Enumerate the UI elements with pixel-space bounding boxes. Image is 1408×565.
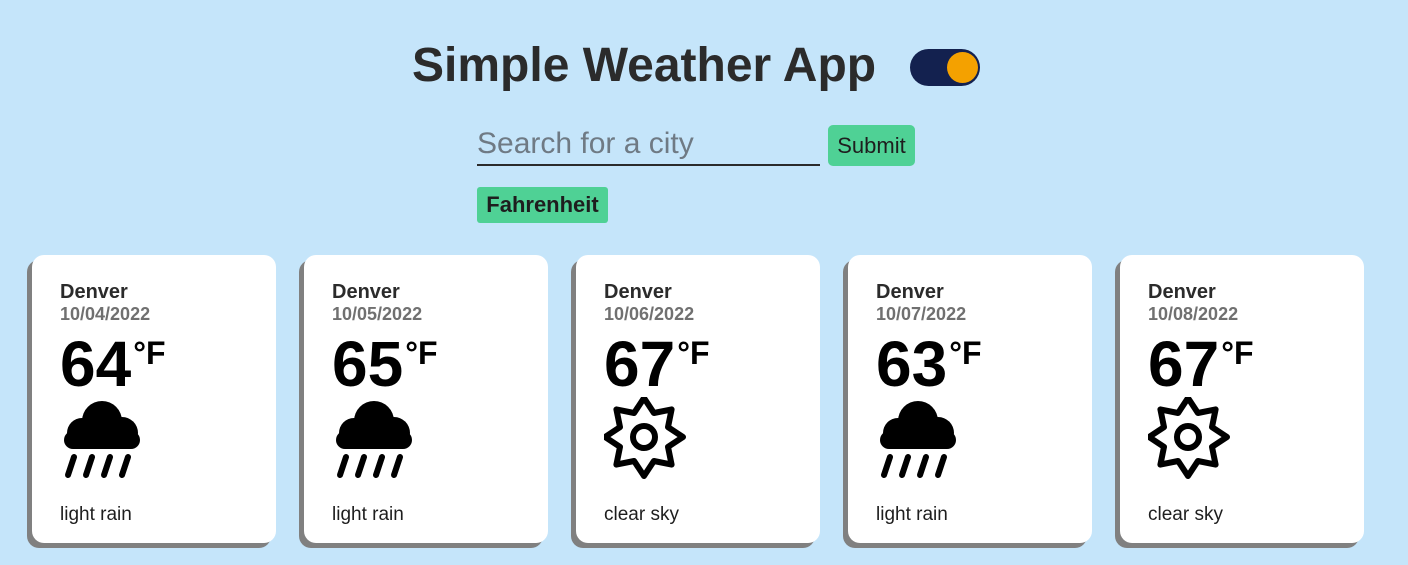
card-date: 10/07/2022 [876, 304, 967, 324]
temp-unit: °F [677, 335, 710, 371]
forecast-card: Denver 10/05/2022 65°F light rain [304, 255, 548, 543]
card-city: Denver [60, 281, 128, 303]
toggle-knob [947, 52, 978, 83]
temp-unit: °F [405, 335, 438, 371]
card-city: Denver [332, 281, 400, 303]
rain-cloud-icon [876, 397, 960, 481]
card-date: 10/04/2022 [60, 304, 151, 324]
temp-value: 67 [604, 328, 676, 400]
card-temperature: 65°F [332, 329, 438, 399]
temp-value: 65 [332, 328, 404, 400]
card-temperature: 67°F [1148, 329, 1254, 399]
temp-value: 67 [1148, 328, 1220, 400]
card-description: light rain [332, 504, 404, 525]
submit-button[interactable]: Submit [828, 125, 915, 166]
theme-toggle-switch[interactable] [910, 49, 980, 86]
card-temperature: 63°F [876, 329, 982, 399]
card-temperature: 64°F [60, 329, 166, 399]
card-city: Denver [876, 281, 944, 303]
card-date: 10/06/2022 [604, 304, 695, 324]
rain-cloud-icon [60, 397, 144, 481]
rain-cloud-icon [332, 397, 416, 481]
temp-value: 63 [876, 328, 948, 400]
forecast-card: Denver 10/07/2022 63°F light rain [848, 255, 1092, 543]
card-description: light rain [60, 504, 132, 525]
card-city: Denver [1148, 281, 1216, 303]
app-title: Simple Weather App [412, 39, 877, 92]
card-date: 10/08/2022 [1148, 304, 1239, 324]
forecast-card: Denver 10/06/2022 67°F clear sky [576, 255, 820, 543]
card-date: 10/05/2022 [332, 304, 423, 324]
unit-toggle-button[interactable]: Fahrenheit [477, 187, 608, 223]
card-description: clear sky [604, 504, 679, 525]
temp-value: 64 [60, 328, 132, 400]
temp-unit: °F [1221, 335, 1254, 371]
card-temperature: 67°F [604, 329, 710, 399]
sun-icon [1148, 397, 1232, 481]
sun-icon [604, 397, 688, 481]
card-description: clear sky [1148, 504, 1223, 525]
forecast-card: Denver 10/04/2022 64°F light rain [32, 255, 276, 543]
city-search-input[interactable] [477, 124, 820, 166]
card-description: light rain [876, 504, 948, 525]
card-city: Denver [604, 281, 672, 303]
temp-unit: °F [949, 335, 982, 371]
temp-unit: °F [133, 335, 166, 371]
forecast-card: Denver 10/08/2022 67°F clear sky [1120, 255, 1364, 543]
